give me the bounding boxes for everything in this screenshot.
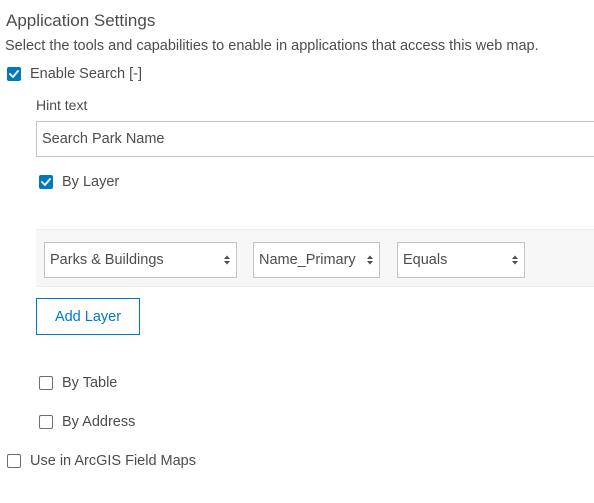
layer-select[interactable]: Parks & Buildings bbox=[44, 242, 237, 278]
by-address-checkbox[interactable] bbox=[39, 415, 53, 429]
by-table-checkbox[interactable] bbox=[39, 376, 53, 390]
by-layer-row[interactable]: By Layer bbox=[39, 172, 119, 192]
field-select[interactable]: Name_Primary bbox=[253, 242, 380, 278]
chevron-up-down-icon bbox=[508, 254, 522, 266]
by-address-row[interactable]: By Address bbox=[39, 412, 135, 432]
chevron-up-down-icon bbox=[363, 254, 377, 266]
enable-search-label: Enable Search [-] bbox=[30, 66, 143, 82]
checkmark-icon bbox=[41, 178, 51, 186]
enable-search-checkbox[interactable] bbox=[7, 67, 21, 81]
search-layer-row: Parks & Buildings Name_Primary Equals bbox=[36, 229, 594, 287]
by-table-label: By Table bbox=[62, 375, 118, 391]
operator-select-value: Equals bbox=[403, 252, 448, 268]
field-maps-label: Use in ArcGIS Field Maps bbox=[30, 453, 196, 469]
field-maps-checkbox[interactable] bbox=[7, 454, 21, 468]
hint-text-input[interactable] bbox=[36, 121, 594, 157]
hint-text-label: Hint text bbox=[36, 97, 88, 113]
field-maps-row[interactable]: Use in ArcGIS Field Maps bbox=[7, 451, 196, 471]
by-layer-checkbox[interactable] bbox=[39, 175, 53, 189]
chevron-up-down-icon bbox=[220, 254, 234, 266]
section-title: Application Settings bbox=[6, 11, 156, 30]
field-select-value: Name_Primary bbox=[259, 252, 356, 268]
by-table-row[interactable]: By Table bbox=[39, 373, 117, 393]
by-layer-label: By Layer bbox=[62, 174, 120, 190]
add-layer-button[interactable]: Add Layer bbox=[36, 298, 140, 335]
checkmark-icon bbox=[9, 70, 19, 78]
by-address-label: By Address bbox=[62, 414, 136, 430]
layer-select-value: Parks & Buildings bbox=[50, 252, 164, 268]
enable-search-row[interactable]: Enable Search [-] bbox=[7, 64, 142, 84]
section-description: Select the tools and capabilities to ena… bbox=[5, 38, 539, 54]
operator-select[interactable]: Equals bbox=[397, 242, 525, 278]
